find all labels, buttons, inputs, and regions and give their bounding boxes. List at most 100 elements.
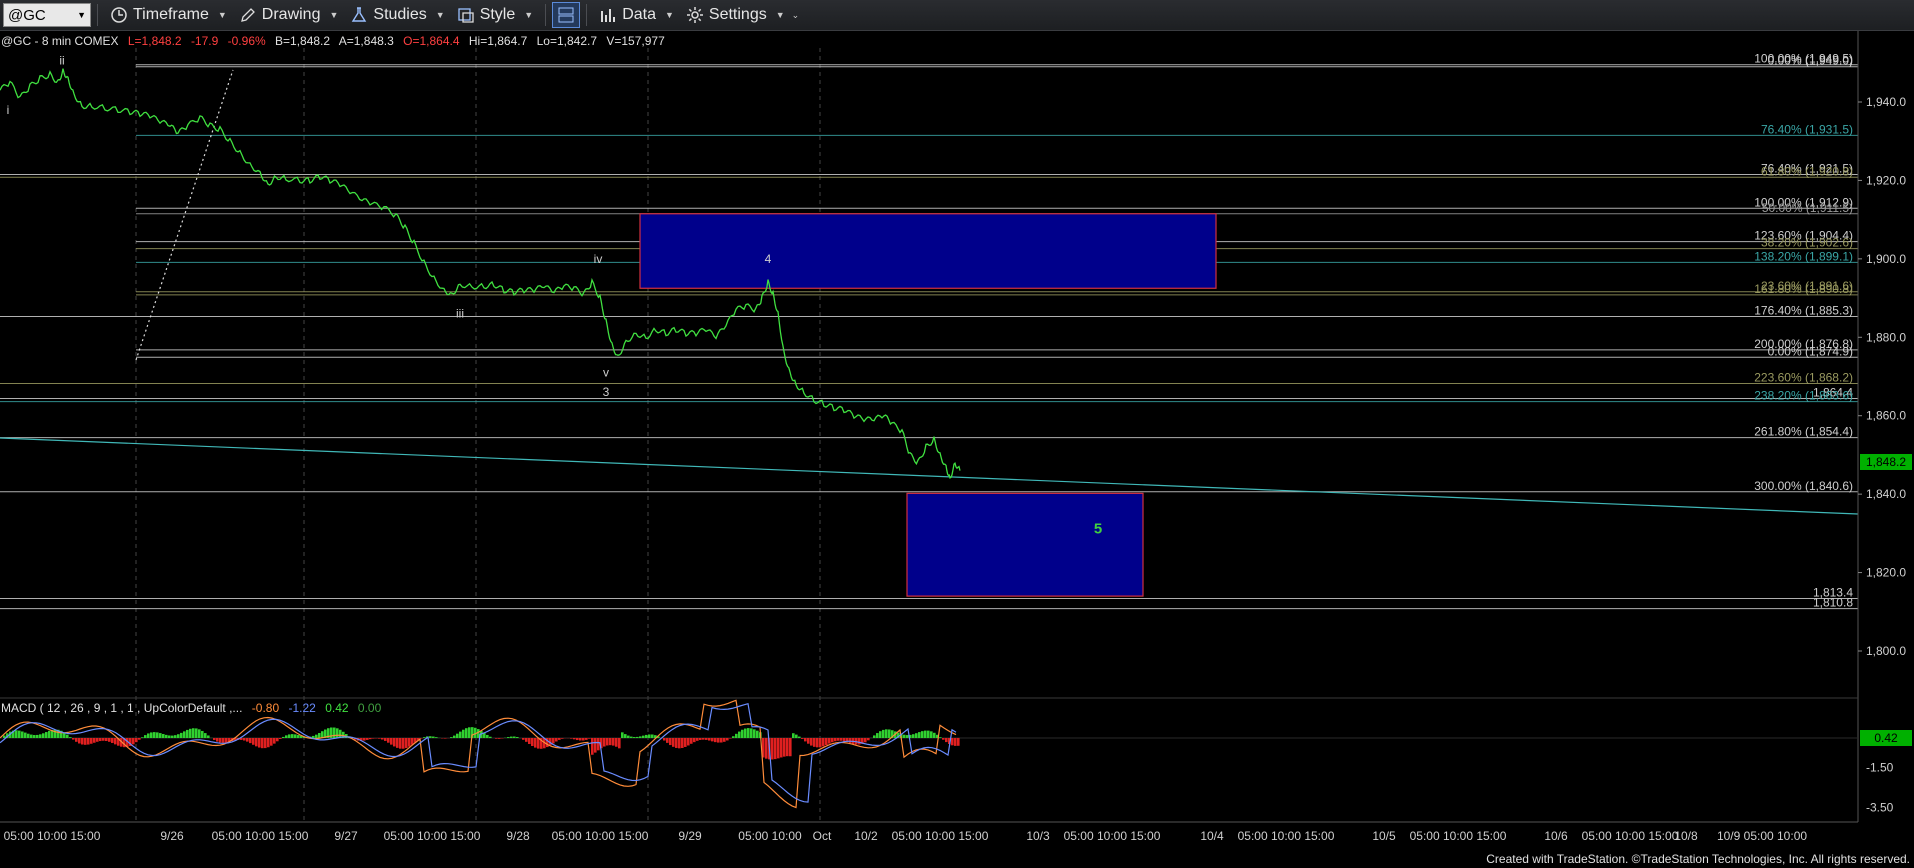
time-axis-label: 10/2	[854, 829, 878, 843]
timeframe-label: Timeframe	[133, 6, 209, 23]
target-box-label: 5	[1094, 520, 1102, 537]
macd-histogram-bar	[945, 738, 948, 743]
macd-histogram-bar	[336, 728, 339, 738]
macd-histogram-bar	[3, 735, 6, 738]
time-axis-label: 05:00 10:00 15:00	[4, 829, 101, 843]
macd-histogram-bar	[261, 738, 264, 749]
macd-histogram-bar	[405, 738, 408, 749]
price-chart[interactable]: @GC - 8 min COMEX L=1,848.2 -17.9 -0.96%…	[0, 31, 1914, 868]
macd-histogram-bar	[36, 734, 39, 738]
ask-price: A=1,848.3	[339, 34, 394, 48]
time-axis-label: 9/29	[678, 829, 702, 843]
studies-button[interactable]: Studies ▼	[344, 2, 450, 28]
last-price-marker: 1,848.2	[1860, 453, 1912, 470]
macd-histogram-bar	[822, 738, 825, 747]
macd-histogram-bar	[735, 733, 738, 738]
macd-histogram-bar	[624, 734, 627, 738]
fib-level-label: 1,810.8	[1813, 596, 1853, 610]
macd-zero-value: 0.00	[358, 701, 382, 715]
macd-histogram-bar	[558, 738, 561, 740]
macd-badge: 0.42	[1860, 730, 1912, 746]
macd-histogram-bar	[525, 738, 528, 742]
macd-histogram-bar	[924, 730, 927, 738]
target-box[interactable]	[639, 213, 1217, 289]
macd-histogram-bar	[402, 738, 405, 749]
data-label: Data	[622, 6, 656, 23]
macd-histogram-bar	[537, 738, 540, 749]
macd-histogram-bar	[873, 735, 876, 738]
macd-tick-label: -1.50	[1866, 761, 1894, 775]
caret-down-icon: ▼	[217, 10, 227, 20]
macd-histogram-bar	[144, 735, 147, 738]
macd-histogram-bar	[579, 738, 582, 741]
layout-toggle-button[interactable]	[552, 2, 581, 28]
data-button[interactable]: Data ▼	[593, 2, 680, 28]
settings-button[interactable]: Settings ▼ ⌄	[680, 2, 805, 28]
macd-histogram-bar	[222, 738, 225, 743]
macd-value: -0.80	[252, 701, 280, 715]
macd-histogram-bar	[387, 738, 390, 743]
target-box[interactable]	[906, 492, 1144, 597]
macd-histogram-bar	[840, 738, 843, 741]
macd-histogram-bar	[171, 735, 174, 738]
macd-histogram-bar	[636, 736, 639, 738]
macd-histogram-bar	[294, 734, 297, 738]
macd-histogram-bar	[918, 732, 921, 738]
price-tick-label: 1,880.0	[1866, 330, 1906, 344]
macd-histogram-bar	[465, 728, 468, 738]
macd-histogram-bar	[396, 738, 399, 748]
wave-label: 4	[765, 252, 772, 266]
macd-histogram-bar	[42, 733, 45, 738]
time-axis-label: 10/9 05:00 10:00	[1717, 829, 1807, 843]
macd-histogram-bar	[804, 738, 807, 742]
macd-histogram-bar	[684, 738, 687, 747]
fib-level-label: 300.00% (1,840.6)	[1754, 479, 1853, 493]
macd-histogram-bar	[282, 736, 285, 738]
fib-level-label: 223.60% (1,868.2)	[1754, 371, 1853, 385]
macd-histogram-bar	[105, 738, 108, 742]
macd-histogram-bar	[174, 735, 177, 738]
time-axis-label: 10/5	[1372, 829, 1396, 843]
instrument-label: @GC - 8 min COMEX	[1, 34, 119, 48]
macd-histogram-bar	[279, 738, 282, 739]
macd-histogram-bar	[435, 737, 438, 738]
macd-histogram-bar	[690, 738, 693, 744]
price-tick-label: 1,940.0	[1866, 95, 1906, 109]
style-button[interactable]: Style ▼	[451, 2, 540, 28]
macd-histogram-bar	[384, 738, 387, 741]
macd-histogram-bar	[456, 733, 459, 738]
macd-histogram-bar	[633, 737, 636, 738]
symbol-selector[interactable]: @GC ▼	[3, 3, 91, 27]
settings-label: Settings	[708, 6, 767, 23]
macd-histogram-bar	[15, 730, 18, 738]
overflow-caret-icon: ⌄	[791, 9, 800, 20]
macd-histogram-bar	[816, 738, 819, 748]
macd-histogram-bar	[531, 738, 534, 747]
macd-histogram-bar	[921, 731, 924, 738]
macd-histogram-bar	[165, 734, 168, 738]
timeframe-button[interactable]: Timeframe ▼	[104, 2, 233, 28]
macd-histogram-bar	[270, 738, 273, 746]
percent-change: -0.96%	[228, 34, 266, 48]
macd-histogram-bar	[24, 732, 27, 738]
time-axis-label: 05:00 10:00 15:00	[892, 829, 989, 843]
macd-histogram-bar	[522, 738, 525, 740]
time-axis-label: 10/3	[1026, 829, 1050, 843]
macd-histogram-bar	[102, 738, 105, 741]
macd-histogram-bar	[513, 736, 516, 738]
drawing-button[interactable]: Drawing ▼	[233, 2, 345, 28]
high-price: Hi=1,864.7	[469, 34, 528, 48]
macd-histogram-bar	[486, 734, 489, 738]
symbol-text: @GC	[8, 6, 46, 24]
macd-histogram-bar	[792, 733, 795, 738]
open-price: O=1,864.4	[403, 34, 460, 48]
time-axis-label: 05:00 10:00 15:00	[552, 829, 649, 843]
macd-histogram-bar	[555, 738, 558, 742]
macd-histogram-bar	[933, 732, 936, 738]
macd-histogram-bar	[591, 738, 594, 755]
fib-level-label: 50.00% (1,911.5)	[1762, 201, 1853, 215]
time-axis-label: 9/28	[506, 829, 530, 843]
macd-histogram-bar	[201, 730, 204, 738]
fib-level-label: 38.20% (1,902.6)	[1761, 236, 1853, 250]
macd-histogram-bar	[189, 728, 192, 738]
